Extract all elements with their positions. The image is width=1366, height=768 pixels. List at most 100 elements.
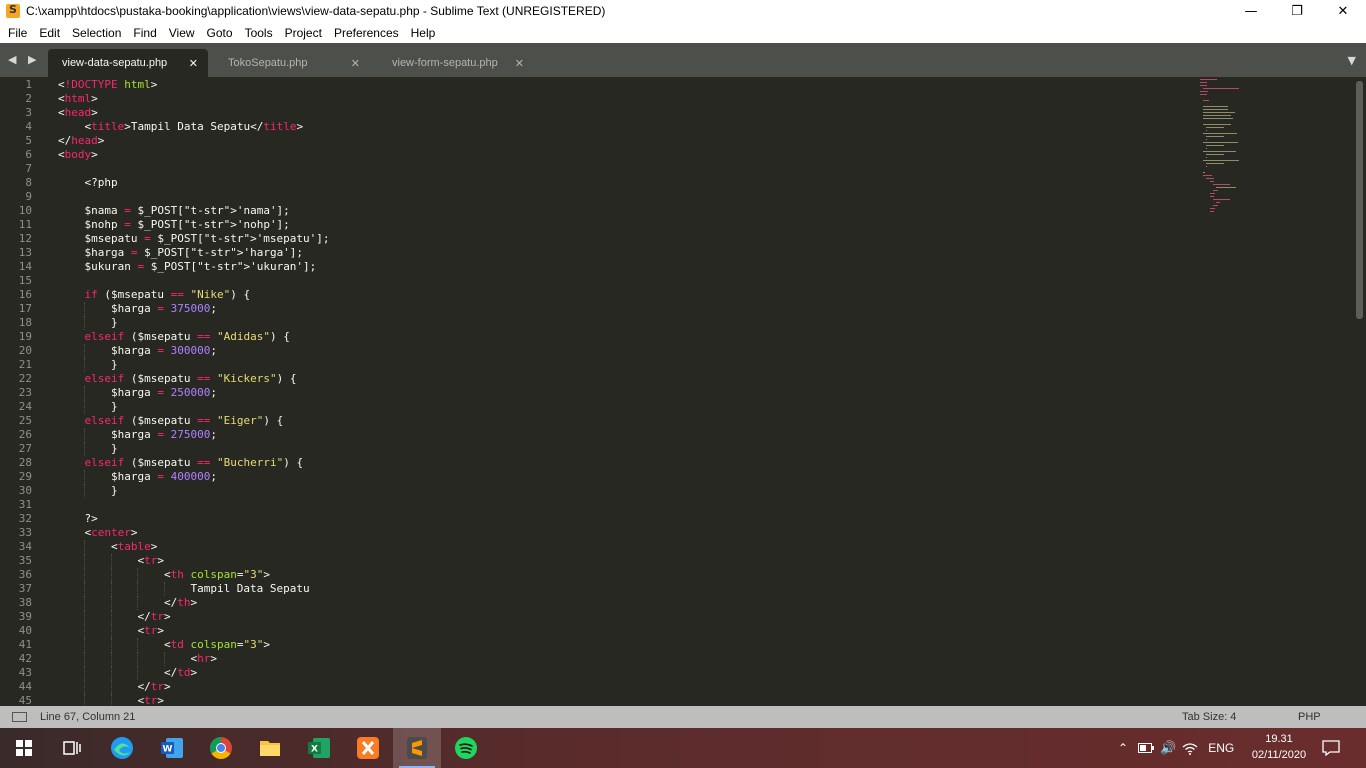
minimap-line xyxy=(1200,85,1207,86)
code-line[interactable]: <th colspan="3"> xyxy=(58,568,270,582)
minimap-line xyxy=(1212,205,1219,206)
taskbar-clock[interactable]: 19.31 02/11/2020 xyxy=(1248,731,1310,763)
code-line[interactable]: <head> xyxy=(58,106,98,120)
start-button[interactable] xyxy=(0,728,48,768)
code-line[interactable]: $harga = 375000; xyxy=(58,302,217,316)
code-line[interactable]: } xyxy=(58,484,118,498)
line-number: 28 xyxy=(18,456,32,469)
code-line[interactable]: </tr> xyxy=(58,610,170,624)
code-line[interactable]: $harga = 300000; xyxy=(58,344,217,358)
tab-list-dropdown-icon[interactable]: ▼ xyxy=(1348,54,1356,67)
code-line[interactable]: elseif ($msepatu == "Kickers") { xyxy=(58,372,297,386)
minimap-line xyxy=(1203,100,1209,101)
code-line[interactable]: $msepatu = $_POST["t-str">'msepatu']; xyxy=(58,232,329,246)
taskbar-sublime-text[interactable] xyxy=(393,728,441,768)
minimap[interactable] xyxy=(1200,77,1300,227)
code-line[interactable]: elseif ($msepatu == "Bucherri") { xyxy=(58,456,304,470)
tab-navigation-arrows[interactable]: ◀ ▶ xyxy=(8,53,40,66)
language-indicator[interactable]: ENG xyxy=(1208,741,1234,755)
code-line[interactable]: ?> xyxy=(58,512,97,526)
menu-edit[interactable]: Edit xyxy=(33,26,66,40)
line-number: 29 xyxy=(18,470,32,483)
code-line[interactable]: <table> xyxy=(58,540,157,554)
code-line[interactable]: $harga = 250000; xyxy=(58,386,217,400)
tab-close-icon[interactable]: ✕ xyxy=(189,57,198,70)
vertical-scrollbar[interactable] xyxy=(1356,81,1363,319)
taskbar-file-explorer[interactable] xyxy=(246,728,294,768)
tab-view-data-sepatu[interactable]: view-data-sepatu.php ✕ xyxy=(48,49,208,77)
menu-help[interactable]: Help xyxy=(405,26,442,40)
code-line[interactable]: $harga = 400000; xyxy=(58,470,217,484)
code-line[interactable]: } xyxy=(58,358,118,372)
panel-toggle-icon[interactable] xyxy=(12,712,27,722)
windows-taskbar: W X ⌃ 🔊 ENG 19.31 02/11/2020 xyxy=(0,728,1366,768)
indent-guide xyxy=(110,694,112,706)
indent-guide xyxy=(84,442,86,456)
tab-tokosepatu[interactable]: TokoSepatu.php ✕ xyxy=(214,49,370,77)
code-line[interactable]: $harga = $_POST["t-str">'harga']; xyxy=(58,246,303,260)
close-window-button[interactable]: ✕ xyxy=(1320,0,1366,22)
code-line[interactable]: $nama = $_POST["t-str">'nama']; xyxy=(58,204,289,218)
indent-guide xyxy=(110,554,112,568)
system-tray: ⌃ 🔊 ENG xyxy=(1114,728,1234,768)
menu-project[interactable]: Project xyxy=(279,26,328,40)
menu-goto[interactable]: Goto xyxy=(201,26,239,40)
taskbar-excel[interactable]: X xyxy=(295,728,343,768)
minimize-button[interactable]: — xyxy=(1228,0,1274,22)
menu-view[interactable]: View xyxy=(163,26,201,40)
syntax-indicator[interactable]: PHP xyxy=(1298,711,1321,723)
line-number: 24 xyxy=(18,400,32,413)
code-line[interactable]: } xyxy=(58,316,118,330)
wifi-icon[interactable] xyxy=(1182,741,1198,755)
taskbar-xampp[interactable] xyxy=(344,728,392,768)
notification-center[interactable] xyxy=(1322,728,1340,768)
tab-close-icon[interactable]: ✕ xyxy=(351,57,360,70)
indent-guide xyxy=(84,624,86,638)
code-line[interactable]: <html> xyxy=(58,92,98,106)
taskbar-spotify[interactable] xyxy=(442,728,490,768)
code-line[interactable]: </tr> xyxy=(58,680,170,694)
tab-view-form-sepatu[interactable]: view-form-sepatu.php ✕ xyxy=(378,49,534,77)
taskbar-edge[interactable] xyxy=(98,728,146,768)
menu-tools[interactable]: Tools xyxy=(239,26,279,40)
code-line[interactable]: </head> xyxy=(58,134,104,148)
menu-preferences[interactable]: Preferences xyxy=(328,26,405,40)
code-line[interactable]: <center> xyxy=(58,526,137,540)
code-line[interactable]: <?php xyxy=(58,176,117,190)
minimap-line xyxy=(1209,196,1214,197)
maximize-button[interactable]: ❐ xyxy=(1274,0,1320,22)
code-line[interactable]: elseif ($msepatu == "Eiger") { xyxy=(58,414,284,428)
tab-close-icon[interactable]: ✕ xyxy=(515,57,524,70)
code-line[interactable]: $harga = 275000; xyxy=(58,428,217,442)
minimap-line xyxy=(1206,145,1224,146)
code-line[interactable]: } xyxy=(58,400,118,414)
code-line[interactable]: <td colspan="3"> xyxy=(58,638,270,652)
code-line[interactable]: $nohp = $_POST["t-str">'nohp']; xyxy=(58,218,289,232)
battery-icon[interactable] xyxy=(1138,742,1154,754)
task-view-button[interactable] xyxy=(48,728,96,768)
tab-size-indicator[interactable]: Tab Size: 4 xyxy=(1182,711,1236,723)
chevron-up-icon[interactable]: ⌃ xyxy=(1114,741,1132,755)
line-number: 5 xyxy=(25,134,32,147)
menu-find[interactable]: Find xyxy=(127,26,162,40)
menu-selection[interactable]: Selection xyxy=(66,26,127,40)
code-line[interactable]: </th> xyxy=(58,596,197,610)
code-line[interactable]: <title>Tampil Data Sepatu</title> xyxy=(58,120,303,134)
code-line[interactable]: </td> xyxy=(58,666,197,680)
menu-file[interactable]: File xyxy=(2,26,33,40)
taskbar-word[interactable]: W xyxy=(148,728,196,768)
volume-icon[interactable]: 🔊 xyxy=(1160,740,1176,756)
line-number: 41 xyxy=(18,638,32,651)
code-line[interactable]: elseif ($msepatu == "Adidas") { xyxy=(58,330,290,344)
indent-guide xyxy=(84,540,86,554)
code-line[interactable]: $ukuran = $_POST["t-str">'ukuran']; xyxy=(58,260,316,274)
code-editor[interactable]: 1 2 3 4 5 6 7 8 9 10 11 12 13 14 15 16 17 18 19 20 21 22 23 24 2… xyxy=(0,77,1366,706)
word-icon: W xyxy=(161,738,183,758)
code-line[interactable]: <body> xyxy=(58,148,98,162)
indent-guide xyxy=(110,596,112,610)
code-line[interactable]: Tampil Data Sepatu xyxy=(58,582,309,596)
taskbar-chrome[interactable] xyxy=(197,728,245,768)
code-line[interactable]: <!DOCTYPE html> xyxy=(58,78,157,92)
code-line[interactable]: if ($msepatu == "Nike") { xyxy=(58,288,251,302)
code-line[interactable]: } xyxy=(58,442,118,456)
